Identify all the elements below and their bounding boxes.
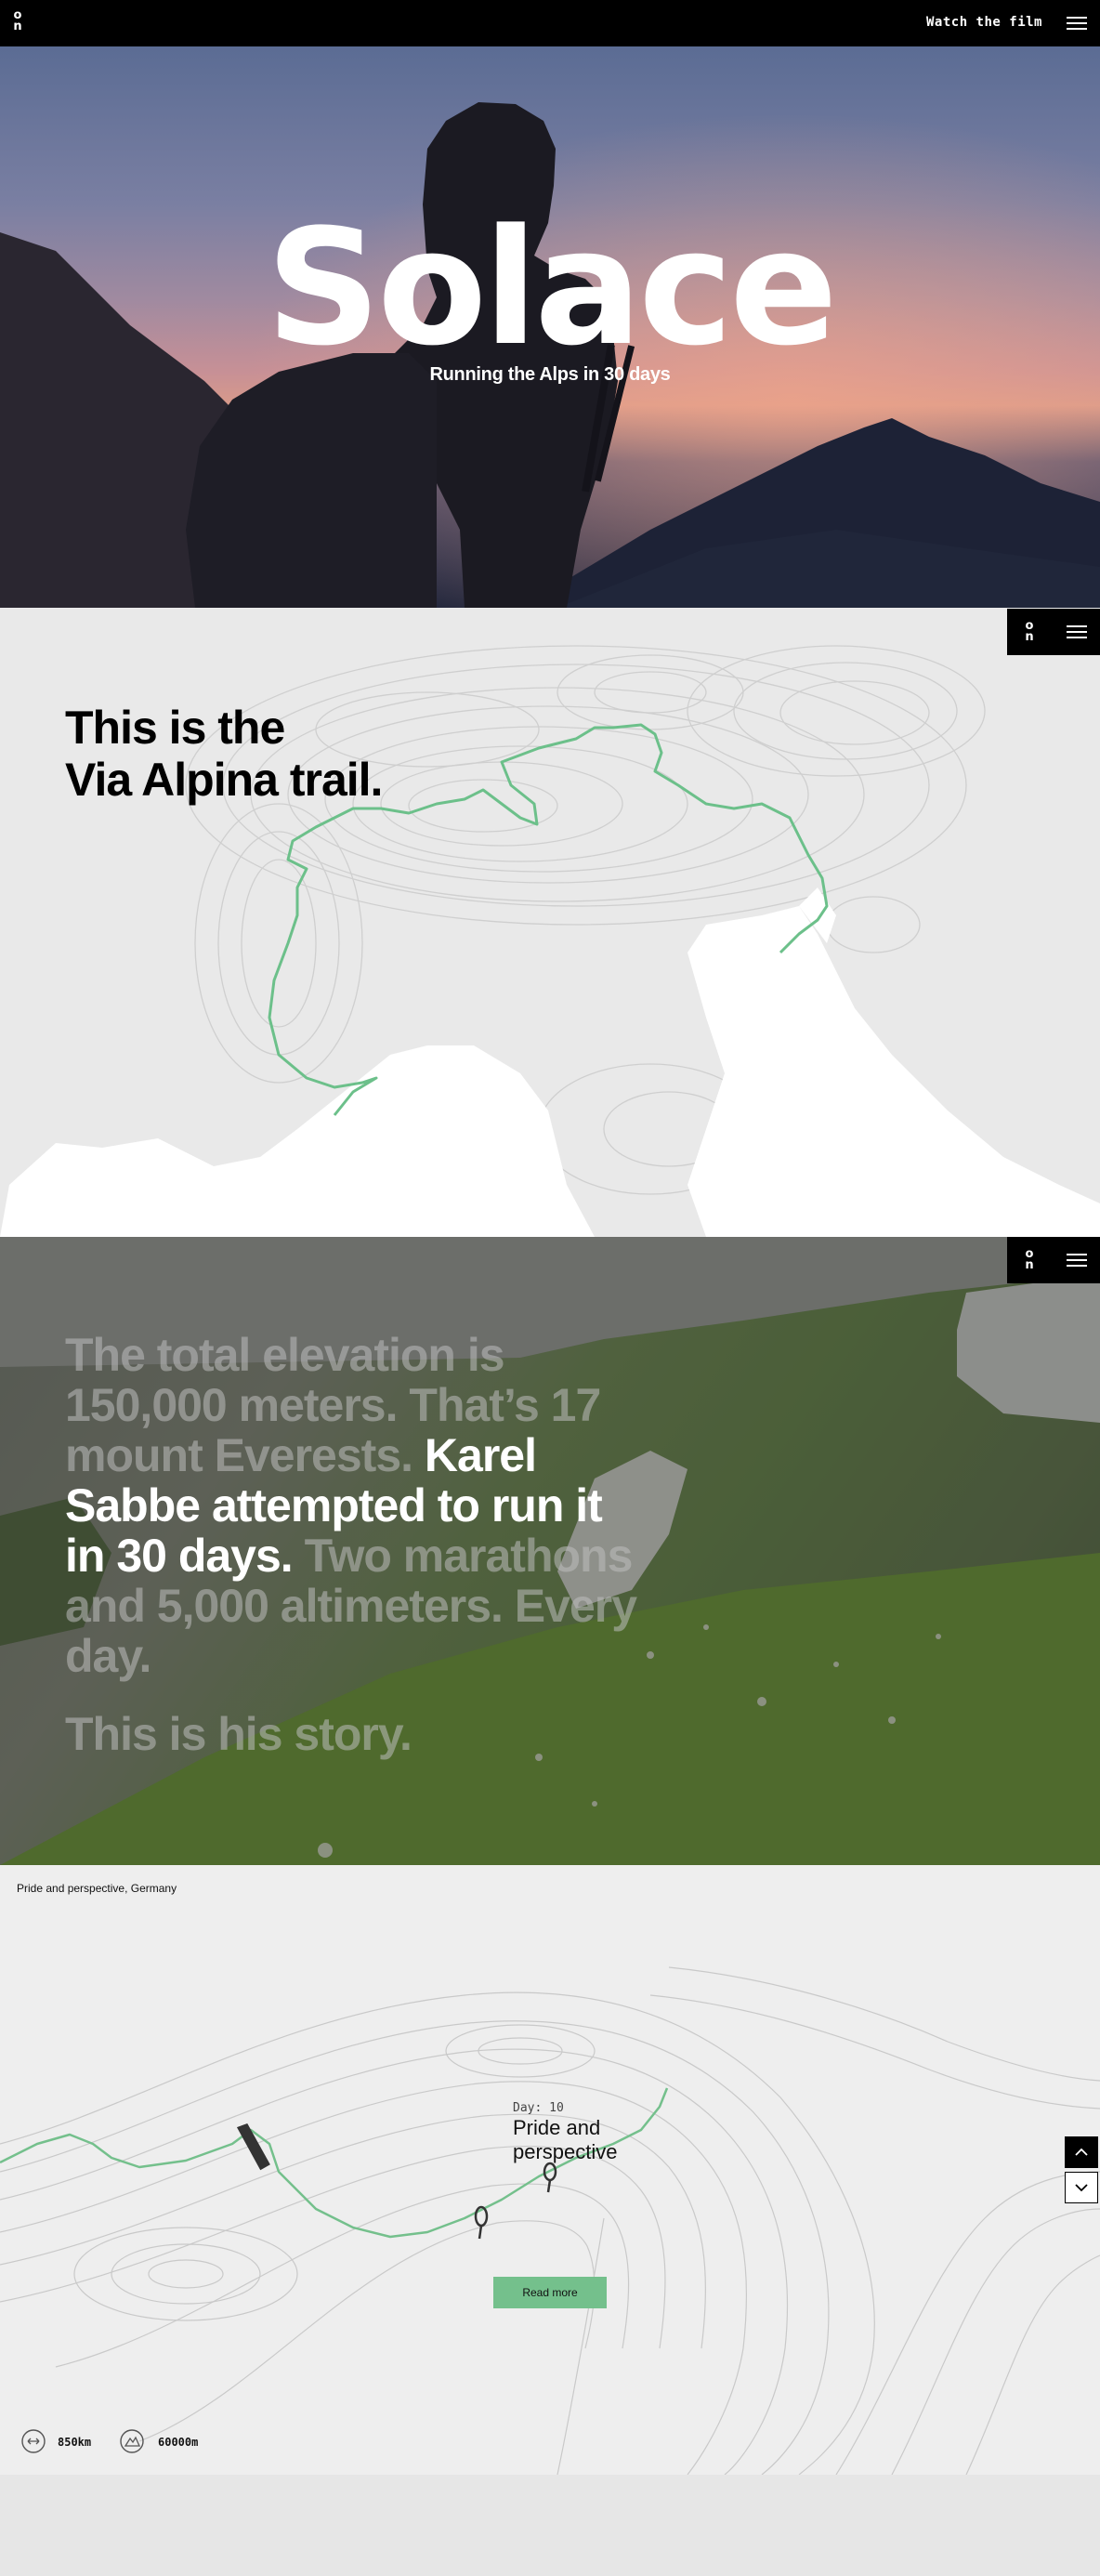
side-nav-box: on <box>1007 609 1100 655</box>
chevron-down-icon <box>1075 2184 1088 2192</box>
story-paragraph: The total elevation is 150,000 meters. T… <box>65 1330 641 1759</box>
stage-map-section: Pride and perspective, Germany Day: 10 P… <box>0 1865 1100 2475</box>
read-more-button[interactable]: Read more <box>493 2277 607 2308</box>
watch-film-link[interactable]: Watch the film <box>926 15 1042 30</box>
story-part-closing: This is his story. <box>65 1708 412 1760</box>
trail-map-section: This is the Via Alpina trail. on <box>0 609 1100 1237</box>
distance-icon <box>21 2429 46 2453</box>
hero-title: Solace <box>266 194 838 381</box>
elevation-value: 60000m <box>158 2436 199 2449</box>
elevation-icon <box>120 2429 144 2453</box>
next-stage-button[interactable] <box>1065 2172 1098 2203</box>
page-footer-area <box>0 2475 1100 2576</box>
menu-icon[interactable] <box>1067 17 1087 30</box>
menu-icon[interactable] <box>1067 1254 1087 1267</box>
pin-icon[interactable] <box>543 2162 557 2193</box>
trail-heading: This is the Via Alpina trail. <box>65 702 383 806</box>
menu-icon[interactable] <box>1067 625 1087 638</box>
stage-day-label: Day: 10 <box>513 2101 564 2115</box>
terrain-contour-map <box>0 1966 1100 2475</box>
stage-location-label: Pride and perspective, Germany <box>17 1882 177 1895</box>
brand-logo[interactable]: on <box>1020 620 1039 643</box>
brand-logo[interactable]: on <box>1020 1248 1039 1271</box>
brand-logo[interactable]: on <box>8 9 27 33</box>
stage-title: Pride and perspective <box>513 2116 618 2163</box>
pin-icon[interactable] <box>474 2205 489 2240</box>
chevron-up-icon <box>1075 2148 1088 2156</box>
top-bar: on Watch the film <box>0 0 1100 46</box>
hero-subtitle: Running the Alps in 30 days <box>429 364 671 385</box>
hero-section: Solace Running the Alps in 30 days <box>0 46 1100 608</box>
previous-stage-button[interactable] <box>1065 2136 1098 2168</box>
story-section: The total elevation is 150,000 meters. T… <box>0 1237 1100 1865</box>
side-nav-box: on <box>1007 1237 1100 1283</box>
distance-value: 850km <box>58 2436 92 2449</box>
pin-icon[interactable] <box>236 2121 271 2173</box>
